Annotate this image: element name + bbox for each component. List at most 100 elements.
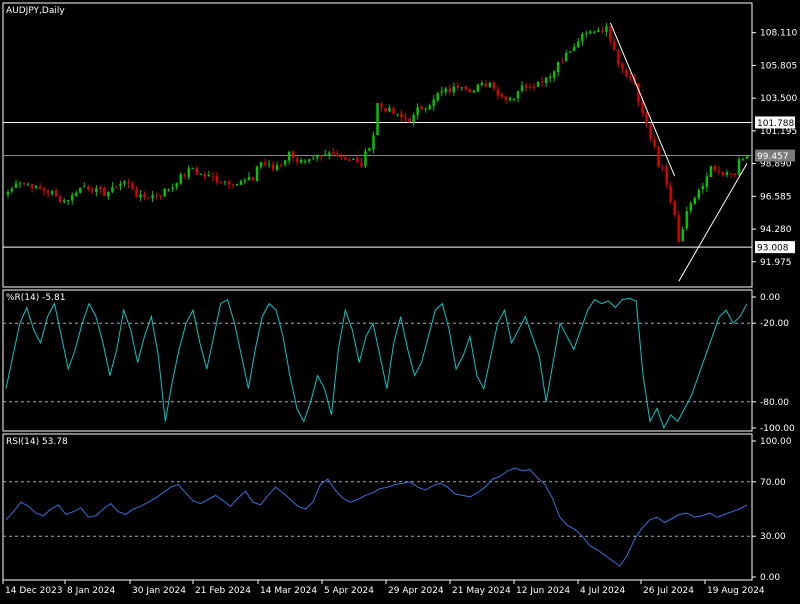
- time-tick-label: 12 Jun 2024: [516, 586, 570, 596]
- candle: [681, 226, 684, 242]
- candle-body: [448, 88, 451, 92]
- candle: [255, 165, 259, 182]
- candle: [548, 73, 552, 83]
- candle-body: [279, 165, 283, 167]
- candle-body: [396, 113, 399, 115]
- candle: [59, 194, 62, 204]
- candle: [388, 104, 391, 113]
- candle: [460, 87, 464, 92]
- candle-body: [267, 164, 271, 166]
- candle-body: [336, 154, 339, 157]
- rsi-panel[interactable]: RSI(14) 53.78: [2, 433, 753, 581]
- candle-body: [211, 176, 215, 178]
- candle-body: [360, 162, 363, 167]
- candle: [577, 37, 580, 48]
- candle-body: [299, 159, 303, 163]
- candle: [605, 22, 608, 37]
- candle-body: [384, 107, 387, 112]
- candle-body: [75, 192, 78, 196]
- candle: [408, 118, 411, 123]
- rsi-tick-label: 30.00: [760, 532, 786, 542]
- candle-body: [235, 183, 239, 185]
- candle-body: [737, 159, 741, 175]
- candle: [191, 167, 194, 169]
- candle: [304, 158, 307, 165]
- time-tick-label: 8 Jan 2024: [67, 586, 115, 596]
- rsi-tick-label: 70.00: [760, 478, 786, 488]
- trading-chart[interactable]: AUDJPY,Daily 108.110 105.805 103.500 101.19…: [0, 0, 800, 600]
- williams-r-panel[interactable]: %R(14) -5.81: [2, 289, 753, 432]
- candle-body: [107, 192, 110, 197]
- candle: [733, 172, 737, 178]
- candle-body: [91, 190, 94, 192]
- candle: [472, 89, 476, 94]
- candle-body: [215, 175, 219, 183]
- candle: [444, 86, 447, 96]
- candles[interactable]: [6, 22, 749, 244]
- candle-body: [87, 186, 90, 190]
- candle: [203, 172, 207, 181]
- price-panel[interactable]: AUDJPY,Daily: [2, 2, 753, 288]
- candle-body: [424, 108, 427, 110]
- candle: [175, 182, 178, 190]
- candle-body: [239, 180, 243, 185]
- chart-canvas[interactable]: AUDJPY,Daily 108.110105.805103.500101.19…: [0, 0, 800, 600]
- price-panel-frame: [2, 2, 753, 288]
- candle-body: [488, 82, 492, 88]
- candle: [673, 199, 676, 218]
- candle: [18, 181, 22, 189]
- rsi-line: [5, 467, 748, 567]
- time-axis: 14 Dec 2023 8 Jan 2024 30 Jan 2024 21 Feb 2…: [2, 580, 765, 596]
- candle-body: [179, 174, 182, 184]
- candle: [243, 177, 247, 185]
- candle: [91, 186, 94, 194]
- candle: [585, 30, 588, 38]
- candle: [227, 180, 231, 190]
- candle-body: [733, 173, 737, 175]
- candle-body: [139, 194, 142, 198]
- candle: [38, 182, 42, 190]
- time-tick-label: 14 Mar 2024: [260, 586, 317, 596]
- candle: [653, 135, 656, 149]
- candle: [621, 62, 624, 74]
- candle-body: [472, 90, 476, 93]
- candle: [573, 43, 576, 51]
- rsi-tick-label: 100.00: [760, 437, 792, 447]
- candle: [119, 181, 122, 191]
- candle-body: [657, 146, 660, 168]
- candle-body: [22, 183, 26, 185]
- candle-body: [428, 105, 431, 109]
- level-price-label: 93.008: [757, 244, 789, 254]
- candle: [10, 186, 14, 194]
- candle: [557, 61, 560, 77]
- candle: [553, 70, 556, 82]
- candle: [697, 188, 701, 201]
- candle: [508, 96, 512, 103]
- candle-body: [111, 186, 114, 192]
- candle-body: [320, 155, 323, 157]
- candle: [67, 199, 70, 206]
- price-panel-title: AUDJPY,Daily: [6, 6, 65, 16]
- current-price-label: 99.457: [757, 152, 789, 162]
- candle-body: [159, 195, 162, 197]
- candle-body: [163, 189, 166, 197]
- candle-body: [83, 186, 86, 188]
- candle-body: [103, 188, 106, 196]
- candle-body: [593, 31, 596, 33]
- candle-body: [653, 139, 656, 147]
- candle-body: [601, 30, 604, 32]
- candle-body: [548, 76, 552, 78]
- candle: [356, 154, 359, 164]
- candle-body: [263, 162, 267, 165]
- candle-body: [63, 200, 66, 203]
- price-tick-label: 105.805: [760, 61, 797, 71]
- candle: [155, 192, 158, 200]
- candle-body: [143, 194, 146, 198]
- candle: [468, 87, 472, 93]
- candle: [516, 90, 520, 103]
- candle: [500, 92, 504, 100]
- williams-r-axis: 0.00 -20.00 -80.00 -100.00: [752, 293, 795, 434]
- candle-body: [629, 76, 632, 78]
- candle: [721, 170, 725, 177]
- candle-body: [392, 108, 395, 115]
